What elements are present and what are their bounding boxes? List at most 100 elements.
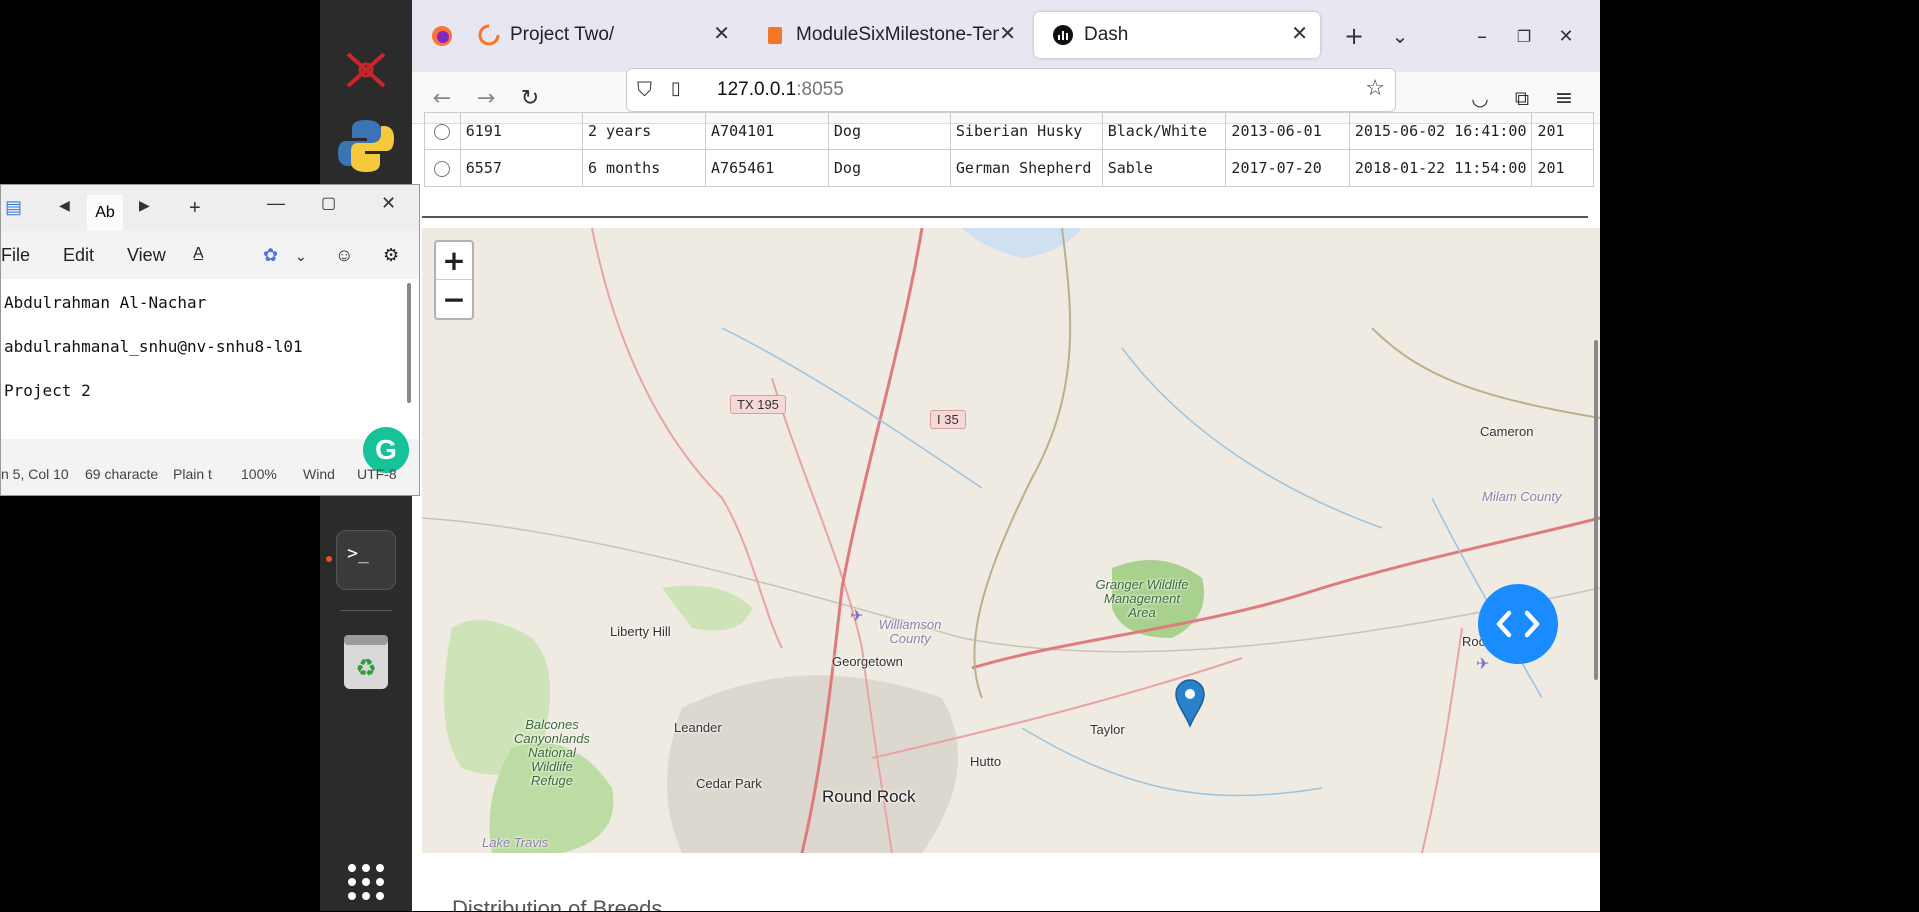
- settings-gear-icon[interactable]: ⚙: [383, 245, 399, 266]
- menu-view[interactable]: View: [127, 245, 166, 266]
- back-icon[interactable]: ←: [424, 80, 460, 116]
- table-cell: A704101: [705, 112, 829, 150]
- notepad-titlebar: ▤ ◀ Ab ▶ + — ▢ ✕: [1, 185, 419, 231]
- font-format-icon[interactable]: A̲: [193, 245, 204, 263]
- close-tab-icon[interactable]: ✕: [713, 21, 730, 46]
- reload-icon[interactable]: ↻: [512, 80, 548, 116]
- restore-icon[interactable]: ❐: [1506, 18, 1542, 54]
- zoom-in-button[interactable]: +: [436, 242, 472, 280]
- tab-scroll-left-icon[interactable]: ◀: [59, 197, 70, 214]
- notepad-menubar: File Edit View A̲ ✿ ⌄ ☺ ⚙: [1, 231, 419, 279]
- app-grid-icon[interactable]: [336, 852, 396, 912]
- data-table: 6191 2 years A704101 Dog Siberian Husky …: [424, 112, 1594, 187]
- tab-label: Dash: [1084, 24, 1129, 45]
- new-tab-icon[interactable]: +: [189, 197, 201, 220]
- loading-icon: [478, 24, 500, 46]
- map-marker-icon[interactable]: [1174, 678, 1206, 732]
- table-cell: A765461: [705, 149, 829, 187]
- row-select-radio[interactable]: [434, 160, 451, 177]
- copilot-icon[interactable]: ✿: [263, 245, 278, 266]
- map-tiles: [422, 228, 1600, 853]
- new-tab-icon[interactable]: +: [1336, 18, 1372, 54]
- close-tab-icon[interactable]: ✕: [1291, 21, 1308, 46]
- map-label: Leander: [674, 720, 722, 735]
- table-cell: 6557: [459, 149, 584, 187]
- pocket-icon[interactable]: ◡: [1462, 80, 1498, 116]
- table-cell: 6 months: [581, 149, 707, 187]
- table-row[interactable]: 6557 6 months A765461 Dog German Shepher…: [424, 149, 1594, 187]
- table-cell: Sable: [1101, 149, 1227, 187]
- menu-file[interactable]: File: [1, 245, 30, 266]
- highway-shield: TX 195: [730, 395, 786, 414]
- maximize-icon[interactable]: ▢: [321, 193, 336, 213]
- voice-assist-icon[interactable]: ☺: [335, 245, 353, 266]
- chevron-down-icon[interactable]: ⌄: [295, 248, 307, 265]
- highway-shield: I 35: [930, 410, 966, 429]
- close-tab-icon[interactable]: ✕: [999, 21, 1016, 46]
- map-label: Balcones Canyonlands National Wildlife R…: [514, 717, 590, 788]
- terminal-app-icon[interactable]: >_: [336, 530, 396, 590]
- table-cell: German Shepherd: [949, 149, 1103, 187]
- map-label: Lake Travis: [482, 835, 549, 850]
- url-port: :8055: [796, 79, 844, 100]
- table-cell: 2 years: [581, 112, 707, 150]
- divider: [422, 216, 1588, 218]
- notepad-tab[interactable]: Ab: [87, 195, 123, 231]
- tab-bar: Project Two/ ✕ ModuleSixMilestone-Tem ✕ …: [412, 0, 1600, 72]
- notepad-tab-label: Ab: [95, 204, 115, 221]
- airport-icon: ✈: [850, 606, 864, 625]
- airport-icon: ✈: [1476, 654, 1490, 673]
- url-text: 127.0.0.1:8055: [717, 79, 844, 101]
- notepad-text-area[interactable]: Abdulrahman Al-Nachar abdulrahmanal_snhu…: [1, 279, 419, 439]
- tab-dash[interactable]: Dash ✕: [1034, 12, 1320, 58]
- forward-icon[interactable]: →: [468, 80, 504, 116]
- table-cell: 2018-01-22 11:54:00: [1348, 149, 1533, 187]
- table-cell: 2015-06-02 16:41:00: [1348, 112, 1533, 150]
- close-icon[interactable]: ✕: [381, 193, 396, 214]
- list-tabs-icon[interactable]: ⌄: [1382, 18, 1418, 54]
- debug-toggle-button[interactable]: [1478, 584, 1558, 664]
- tab-label: ModuleSixMilestone-Tem: [796, 24, 1009, 45]
- close-window-icon[interactable]: ✕: [1548, 18, 1584, 54]
- address-bar[interactable]: ⛉ ▯ 127.0.0.1:8055 ☆: [626, 68, 1396, 112]
- page-scrollbar[interactable]: [1594, 340, 1598, 680]
- section-title: Distribution of Breeds: [452, 896, 663, 911]
- table-cell: Black/White: [1101, 112, 1227, 150]
- table-cell: 2013-06-01: [1225, 112, 1350, 150]
- browser-window: Project Two/ ✕ ModuleSixMilestone-Tem ✕ …: [412, 0, 1600, 911]
- map-label: Cedar Park: [696, 776, 762, 791]
- map-label: Cameron: [1480, 424, 1534, 439]
- tab-project-two[interactable]: Project Two/ ✕: [460, 12, 742, 58]
- cursor-position: n 5, Col 10: [1, 466, 69, 482]
- table-row[interactable]: 6191 2 years A704101 Dog Siberian Husky …: [424, 112, 1594, 150]
- notepad-window: ▤ ◀ Ab ▶ + — ▢ ✕ File Edit View A̲ ✿ ⌄ ☺…: [0, 184, 420, 496]
- extensions-icon[interactable]: ⧉: [1504, 80, 1540, 116]
- row-select-radio[interactable]: [434, 123, 451, 140]
- trash-icon[interactable]: ♻: [336, 632, 396, 692]
- minimize-icon[interactable]: —: [267, 193, 285, 214]
- table-cell: 2017-07-20: [1225, 149, 1350, 187]
- map-label: Round Rock: [822, 787, 916, 806]
- python-app-icon[interactable]: [336, 116, 396, 176]
- encoding: UTF-8: [357, 466, 397, 482]
- map-label: Taylor: [1090, 722, 1125, 737]
- notepad-scrollbar[interactable]: [407, 283, 411, 403]
- menu-icon[interactable]: ≡: [1546, 80, 1582, 116]
- menu-edit[interactable]: Edit: [63, 245, 94, 266]
- map[interactable]: + − TX 195 I 35 Cameron Milam County Gra…: [422, 228, 1600, 853]
- url-host: 127.0.0.1: [717, 79, 797, 100]
- notepad-app-icon: ▤: [5, 197, 23, 217]
- minimize-icon[interactable]: –: [1464, 18, 1500, 54]
- character-count: 69 characte: [85, 466, 159, 482]
- map-label: Georgetown: [832, 654, 903, 669]
- kali-app-icon[interactable]: [336, 40, 396, 100]
- bookmark-star-icon[interactable]: ☆: [1365, 76, 1385, 101]
- tab-module-six[interactable]: ModuleSixMilestone-Tem ✕: [746, 12, 1028, 58]
- tab-scroll-right-icon[interactable]: ▶: [139, 197, 150, 214]
- firefox-view-icon[interactable]: [424, 18, 460, 54]
- table-cell: 201: [1531, 112, 1594, 150]
- map-label: Liberty Hill: [610, 624, 671, 639]
- zoom-out-button[interactable]: −: [436, 280, 472, 318]
- map-label: Milam County: [1482, 489, 1562, 504]
- shield-icon[interactable]: ⛉: [637, 77, 652, 101]
